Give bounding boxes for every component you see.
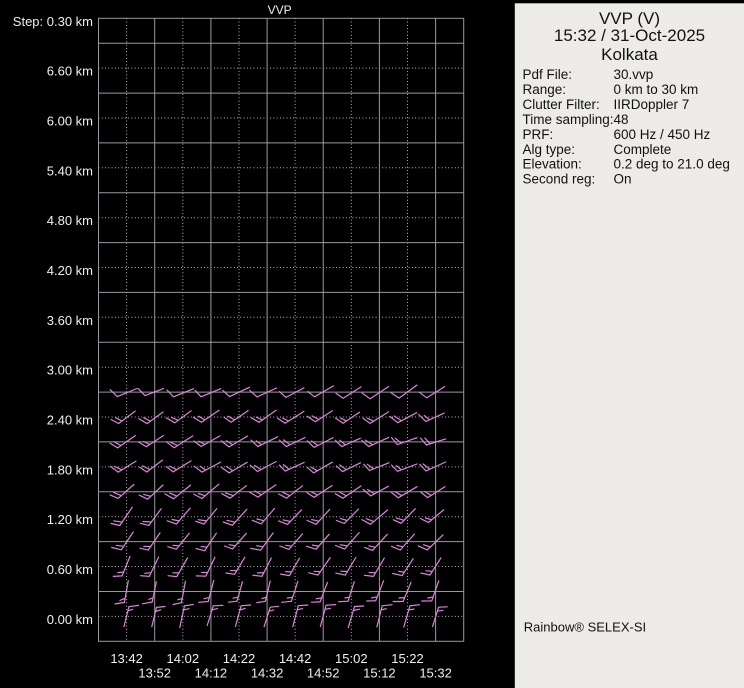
svg-text:Second reg:: Second reg:	[523, 172, 596, 187]
svg-text:0.60 km: 0.60 km	[47, 562, 93, 577]
svg-text:15:32: 15:32	[419, 666, 452, 681]
svg-text:15:22: 15:22	[391, 651, 424, 666]
svg-text:3.60 km: 3.60 km	[47, 313, 93, 328]
svg-text:3.00 km: 3.00 km	[47, 363, 93, 378]
svg-text:14:42: 14:42	[279, 651, 312, 666]
svg-text:4.80 km: 4.80 km	[47, 213, 93, 228]
svg-text:600 Hz / 450 Hz: 600 Hz / 450 Hz	[614, 127, 711, 142]
svg-text:4.20 km: 4.20 km	[47, 263, 93, 278]
svg-text:14:12: 14:12	[195, 666, 228, 681]
svg-text:1.80 km: 1.80 km	[47, 462, 93, 477]
svg-text:Step: 0.30 km: Step: 0.30 km	[13, 14, 93, 29]
svg-text:1.20 km: 1.20 km	[47, 512, 93, 527]
svg-text:48: 48	[614, 112, 629, 127]
svg-text:15:12: 15:12	[363, 666, 396, 681]
svg-text:14:52: 14:52	[307, 666, 340, 681]
svg-text:0.2 deg to 21.0 deg: 0.2 deg to 21.0 deg	[614, 157, 730, 172]
svg-text:PRF:: PRF:	[523, 127, 554, 142]
svg-text:15:32 / 31-Oct-2025: 15:32 / 31-Oct-2025	[554, 26, 705, 45]
svg-text:0 km to 30 km: 0 km to 30 km	[614, 82, 699, 97]
svg-text:VVP (V): VVP (V)	[599, 9, 660, 28]
svg-text:6.60 km: 6.60 km	[47, 64, 93, 79]
svg-text:Complete: Complete	[614, 142, 672, 157]
svg-text:Pdf File:: Pdf File:	[523, 67, 573, 82]
svg-text:Time sampling:: Time sampling:	[523, 112, 614, 127]
svg-text:13:42: 13:42	[110, 651, 143, 666]
svg-text:2.40 km: 2.40 km	[47, 413, 93, 428]
svg-text:13:52: 13:52	[138, 666, 171, 681]
svg-text:Elevation:: Elevation:	[523, 157, 582, 172]
svg-text:15:02: 15:02	[335, 651, 368, 666]
svg-text:14:02: 14:02	[167, 651, 200, 666]
svg-text:Alg type:: Alg type:	[523, 142, 576, 157]
svg-text:14:32: 14:32	[251, 666, 284, 681]
svg-text:30.vvp: 30.vvp	[614, 67, 654, 82]
svg-text:Kolkata: Kolkata	[601, 45, 658, 64]
svg-text:IIRDoppler 7: IIRDoppler 7	[614, 97, 690, 112]
svg-text:Rainbow® SELEX-SI: Rainbow® SELEX-SI	[524, 620, 646, 635]
svg-text:Range:: Range:	[523, 82, 567, 97]
svg-text:14:22: 14:22	[223, 651, 256, 666]
svg-text:VVP: VVP	[268, 3, 292, 17]
svg-text:6.00 km: 6.00 km	[47, 114, 93, 129]
svg-text:0.00 km: 0.00 km	[47, 612, 93, 627]
svg-text:5.40 km: 5.40 km	[47, 163, 93, 178]
svg-text:Clutter Filter:: Clutter Filter:	[523, 97, 600, 112]
svg-text:On: On	[614, 172, 632, 187]
